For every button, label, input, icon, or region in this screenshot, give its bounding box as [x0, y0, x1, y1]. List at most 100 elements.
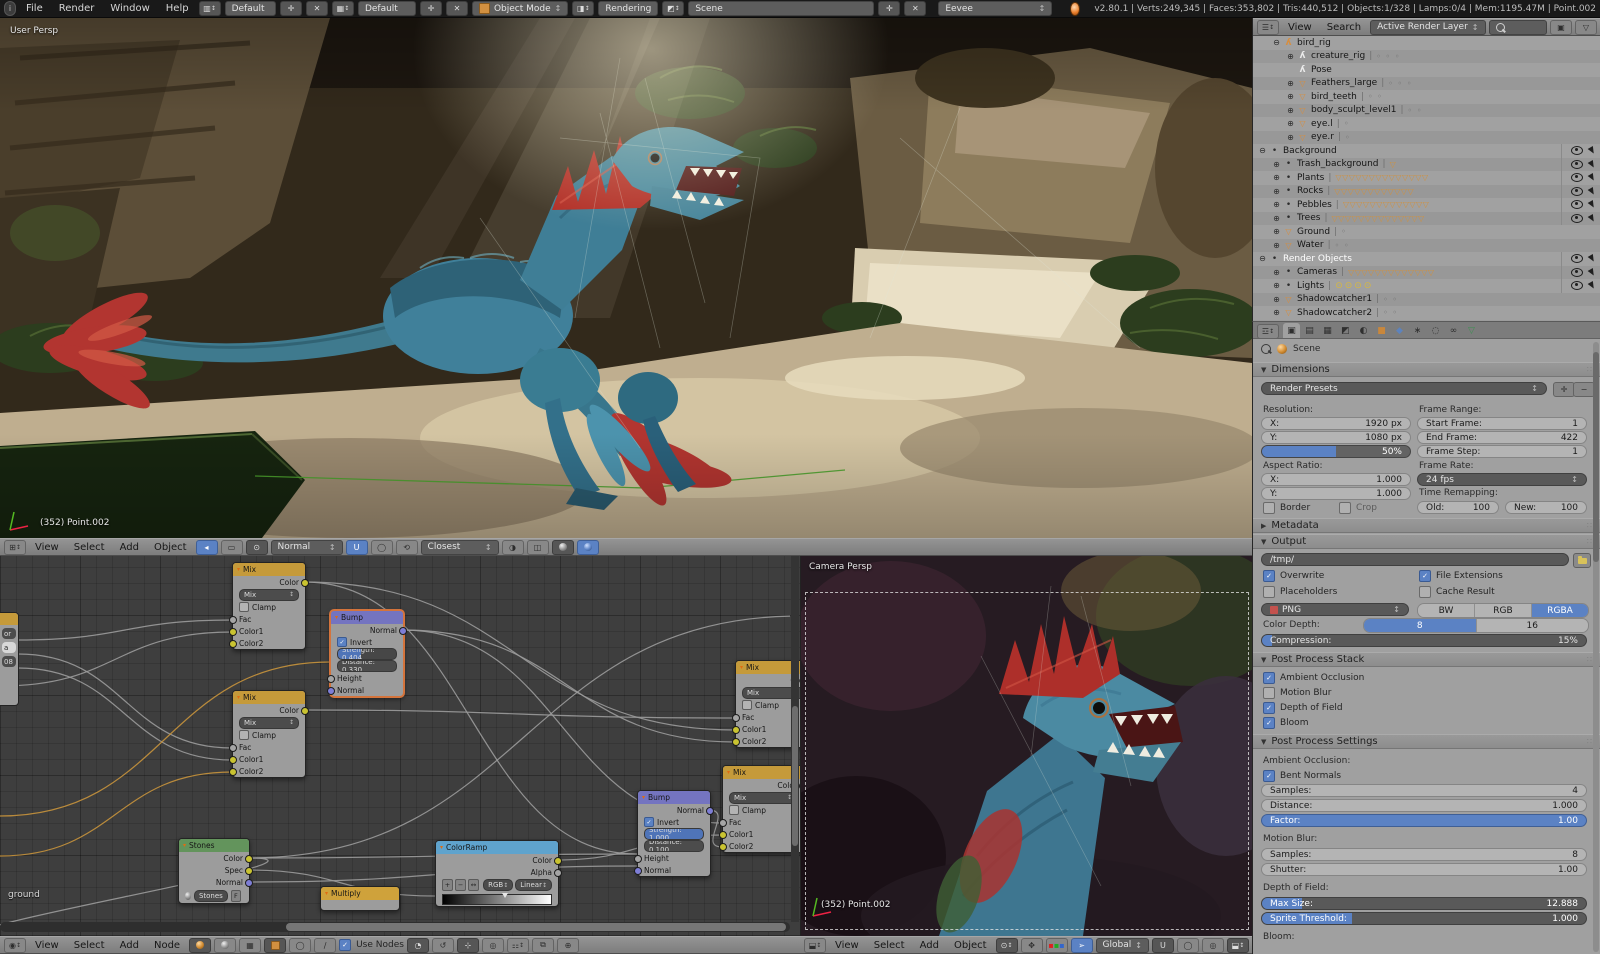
scene-selector[interactable]: Scene: [688, 1, 875, 16]
menu-render[interactable]: Render: [53, 2, 101, 15]
ramp-del-icon[interactable]: −: [455, 879, 467, 891]
node-checkbox[interactable]: ✓: [337, 637, 347, 647]
vp-menu-add[interactable]: Add: [114, 541, 145, 554]
outliner-item-eye-l[interactable]: ⊕ ▽ eye.l | ◦: [1253, 117, 1600, 131]
start-frame-field[interactable]: Start Frame: 1: [1417, 417, 1587, 430]
outliner-menu-view[interactable]: View: [1282, 21, 1318, 34]
input-socket[interactable]: [719, 819, 727, 827]
node-number-field[interactable]: Distance: 0.330: [337, 660, 397, 672]
collapse-icon[interactable]: ▾: [440, 844, 443, 851]
node-multiply[interactable]: ▾ Multiply: [320, 886, 400, 911]
compression-slider[interactable]: Compression: 15%: [1261, 634, 1587, 647]
eye-icon[interactable]: [1571, 267, 1583, 277]
input-socket[interactable]: [229, 628, 237, 636]
ramp-interp-dropdown[interactable]: Linear ↕: [515, 879, 553, 891]
tab-constraints[interactable]: ∞: [1445, 323, 1462, 338]
dof-max-size-slider[interactable]: Max Size: 12.888: [1261, 897, 1587, 910]
tab-object[interactable]: ■: [1373, 323, 1390, 338]
node-slider[interactable]: Strength: 0.404: [337, 648, 397, 660]
eye-icon[interactable]: [1571, 159, 1583, 169]
cache-result-checkbox[interactable]: Cache Result: [1419, 586, 1495, 598]
layout-icon[interactable]: ▦ ↕: [331, 1, 354, 16]
scene-close-icon[interactable]: ✕: [904, 1, 927, 16]
cam-menu-object[interactable]: Object: [948, 939, 993, 952]
editor-type-outliner-icon[interactable]: ☰ ↕: [1257, 19, 1279, 35]
cam-axis-icon[interactable]: ▪ ▪ ▪: [1045, 937, 1068, 953]
node-number-field[interactable]: Distance: 0.100: [644, 840, 704, 852]
outliner-item-shadowcatcher1[interactable]: ⊕ ▽ Shadowcatcher1 | ◦ ◦: [1253, 292, 1600, 306]
tab-scene[interactable]: ◩: [1337, 323, 1354, 338]
tab-view-layer[interactable]: ▦: [1319, 323, 1336, 338]
node-editor-vscrollbar[interactable]: [791, 556, 799, 922]
overwrite-checkbox[interactable]: ✓ Overwrite: [1263, 570, 1324, 582]
output-socket[interactable]: [301, 579, 309, 587]
input-socket[interactable]: [229, 768, 237, 776]
shading-solid-icon[interactable]: [551, 539, 574, 555]
node-bump[interactable]: ▾ Bump Normal ✓ Invert Strength: 1.000 Distanc…: [634, 790, 714, 877]
ao-checkbox[interactable]: ✓ Ambient Occlusion: [1263, 672, 1364, 684]
output-socket[interactable]: [245, 867, 253, 875]
outliner-item-pose[interactable]: ʎ Pose: [1253, 63, 1600, 77]
output-path-field[interactable]: /tmp/: [1261, 553, 1569, 566]
expand-icon[interactable]: ⊕: [1271, 295, 1282, 304]
node-bump[interactable]: ▾ Bump Normal ✓ Invert Strength: 0.404 Distanc…: [327, 610, 407, 697]
node-colorramp[interactable]: ▾ ColorRamp Color Alpha + − ↔ RGB ↕ Linear ↕: [435, 840, 562, 907]
outliner-item-trash-background[interactable]: ⊕ • Trash_background | ▽: [1253, 157, 1600, 171]
input-socket[interactable]: [327, 675, 335, 683]
scene-pin-icon[interactable]: ✛: [878, 1, 901, 16]
outliner-display-mode-dropdown[interactable]: Active Render Layer ↕: [1370, 19, 1486, 35]
eye-icon[interactable]: [1571, 213, 1583, 223]
input-socket[interactable]: [229, 756, 237, 764]
expand-icon[interactable]: ⊕: [1285, 106, 1296, 115]
preset-add-icon[interactable]: ✛: [1553, 382, 1575, 397]
viewport-3d[interactable]: User Persp (352) Point.002: [0, 18, 1252, 538]
outliner-item-water[interactable]: ⊕ ▽ Water | ◦ ◦: [1253, 238, 1600, 252]
ne-menu-add[interactable]: Add: [114, 939, 145, 952]
shader-type-world-icon[interactable]: [214, 937, 237, 953]
node-partial-left[interactable]: or a 08: [0, 612, 19, 706]
screen-selector[interactable]: Rendering: [598, 1, 659, 16]
selectable-icon[interactable]: [1587, 186, 1597, 196]
remap-old-field[interactable]: Old: 100: [1417, 501, 1499, 514]
selectable-icon[interactable]: [1587, 146, 1597, 156]
expand-icon[interactable]: ⊕: [1271, 281, 1282, 290]
bloom-checkbox[interactable]: ✓ Bloom: [1263, 717, 1308, 729]
collapse-icon[interactable]: ▾: [183, 842, 186, 849]
output-socket[interactable]: [554, 869, 562, 877]
expand-icon[interactable]: ⊕: [1271, 200, 1282, 209]
output-socket[interactable]: [399, 627, 407, 635]
outliner-item-eye-r[interactable]: ⊕ ▽ eye.r | ◦: [1253, 130, 1600, 144]
collapse-icon[interactable]: ▾: [727, 769, 730, 776]
input-socket[interactable]: [732, 714, 740, 722]
expand-icon[interactable]: ⊕: [1271, 241, 1282, 250]
outliner-item-bird-teeth[interactable]: ⊕ ▽ bird_teeth | ◦ ◦: [1253, 90, 1600, 104]
output-socket[interactable]: [245, 879, 253, 887]
node-slider[interactable]: Strength: 1.000: [644, 828, 704, 840]
history-icon[interactable]: ↺: [431, 937, 454, 953]
selectable-icon[interactable]: [1587, 200, 1597, 210]
node-new-icon[interactable]: ⊕: [556, 937, 579, 953]
cam-snap-magnet-icon[interactable]: U: [1151, 937, 1174, 953]
expand-icon[interactable]: ⊕: [1285, 52, 1296, 61]
outliner-item-bird-rig[interactable]: ⊖ ʎ bird_rig: [1253, 36, 1600, 50]
expand-icon[interactable]: ⊕: [1271, 187, 1282, 196]
menu-help[interactable]: Help: [160, 2, 195, 15]
expand-icon[interactable]: ⊕: [1271, 173, 1282, 182]
selectable-icon[interactable]: [1587, 159, 1597, 169]
eye-icon[interactable]: [1571, 200, 1583, 210]
camera-viewport[interactable]: Camera Persp (352) Point.002: [800, 556, 1252, 936]
properties-scrollbar[interactable]: [1593, 342, 1599, 952]
node-editor-hscrollbar[interactable]: [0, 922, 790, 932]
color-depth-segment[interactable]: 8 16: [1363, 618, 1589, 633]
output-socket[interactable]: [301, 707, 309, 715]
shader-type-linestyle-icon[interactable]: ▦: [239, 937, 262, 953]
selectable-icon[interactable]: [1587, 267, 1597, 277]
selectable-icon[interactable]: [1587, 213, 1597, 223]
shading-rendered-icon[interactable]: [576, 539, 599, 555]
overlay-node-icon[interactable]: ◎: [481, 937, 504, 953]
placeholders-checkbox[interactable]: Placeholders: [1263, 586, 1337, 598]
ne-menu-node[interactable]: Node: [148, 939, 186, 952]
output-socket[interactable]: [245, 855, 253, 863]
outliner-item-background[interactable]: ⊖ • Background: [1253, 144, 1600, 158]
tab-render[interactable]: ▣: [1283, 323, 1300, 338]
